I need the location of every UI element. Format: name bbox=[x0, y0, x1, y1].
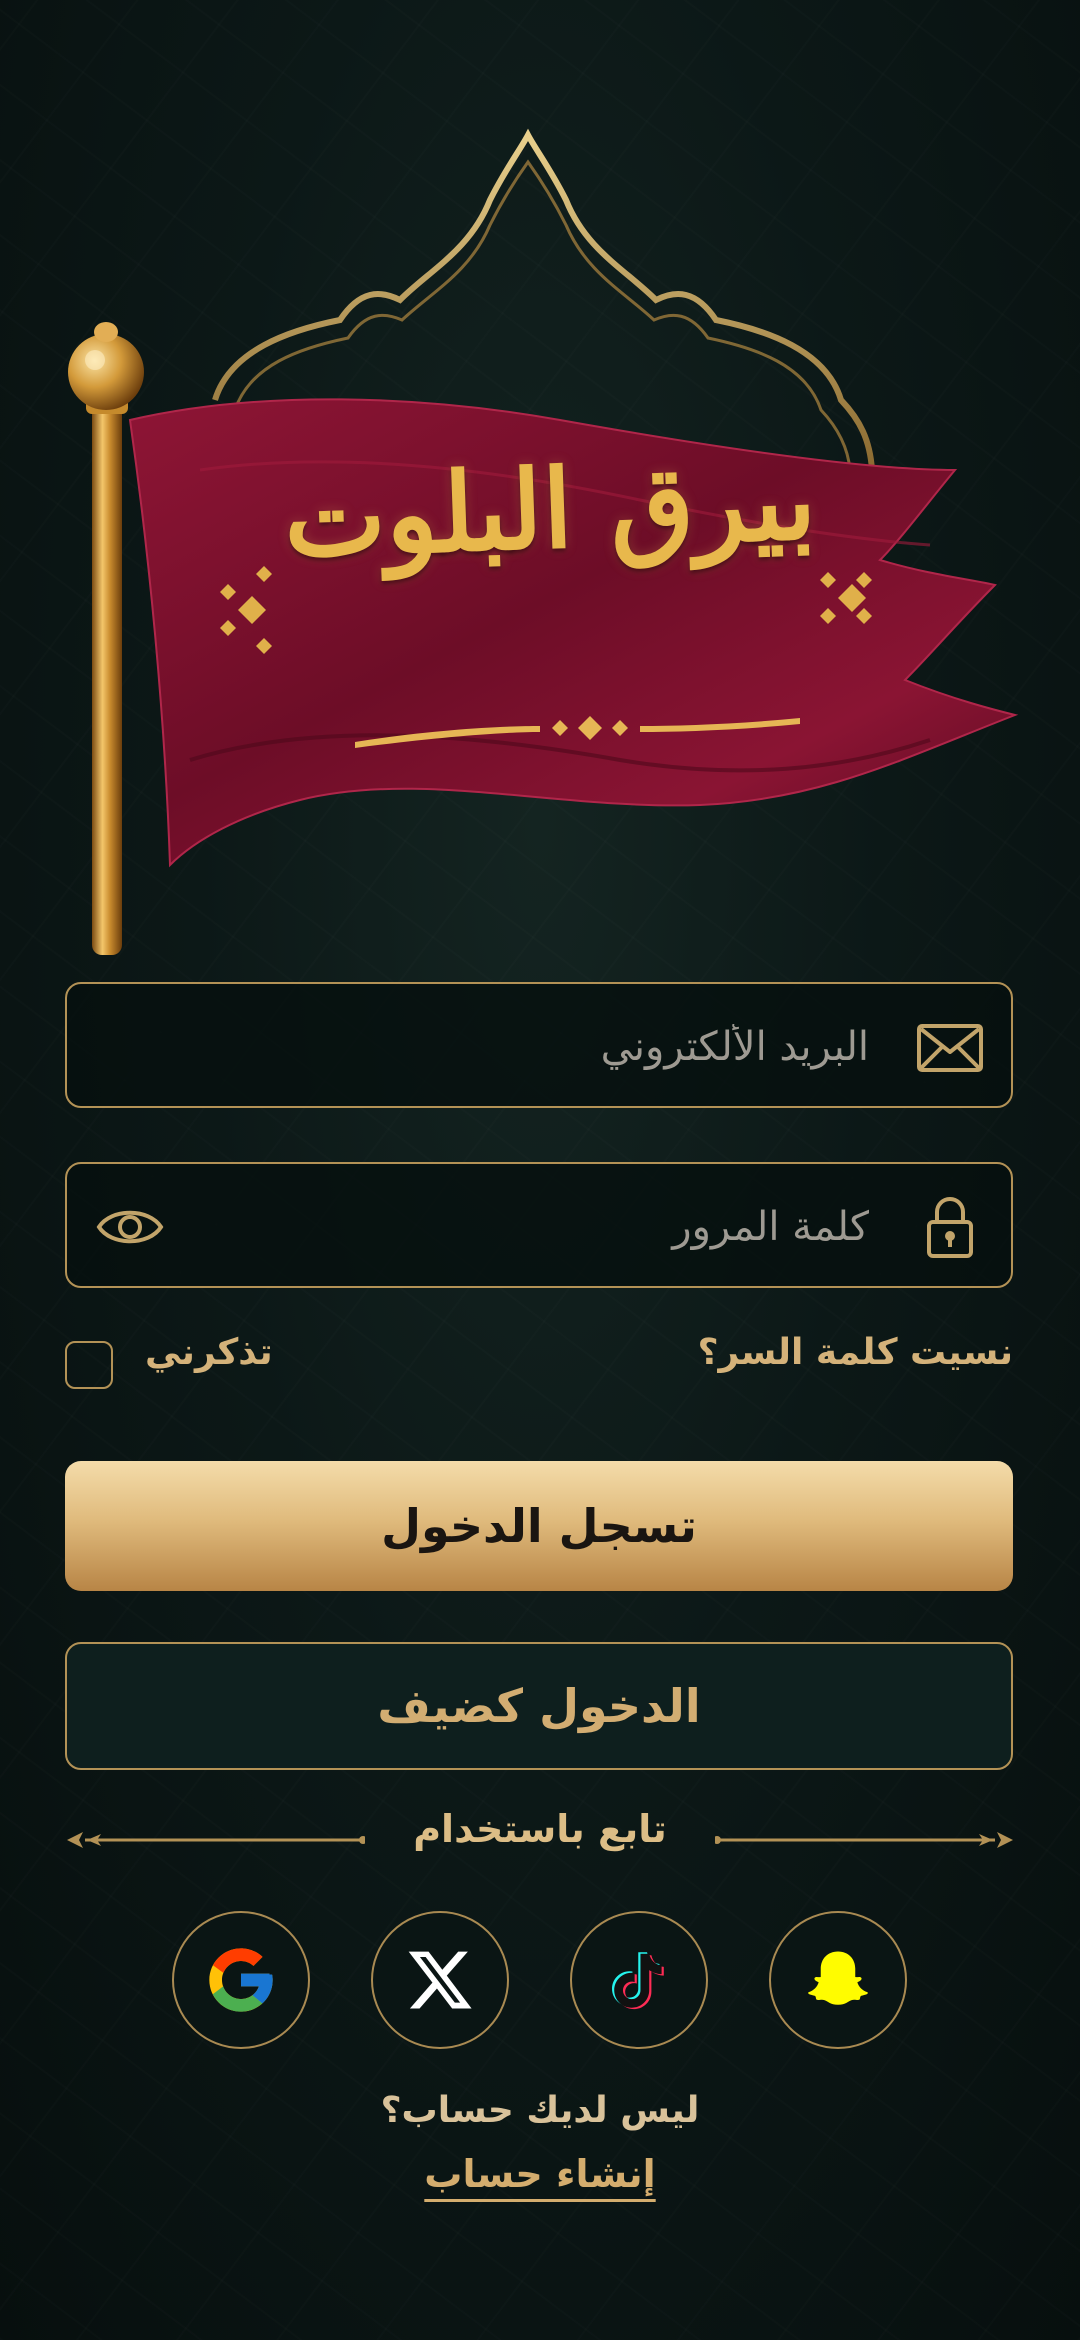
app-title: بيرق البلوت bbox=[281, 437, 819, 583]
mail-icon bbox=[917, 1024, 983, 1072]
pole-finial bbox=[68, 334, 144, 410]
hero-banner: بيرق البلوت bbox=[0, 0, 1080, 980]
login-button[interactable]: تسجل الدخول bbox=[65, 1461, 1013, 1591]
tiktok-icon bbox=[612, 1952, 664, 2010]
google-login-button[interactable] bbox=[172, 1911, 310, 2049]
snapchat-icon bbox=[808, 1951, 868, 2005]
google-icon bbox=[209, 1948, 273, 2012]
x-login-button[interactable] bbox=[371, 1911, 509, 2049]
snapchat-login-button[interactable] bbox=[769, 1911, 907, 2049]
eye-icon[interactable] bbox=[95, 1194, 165, 1260]
tiktok-login-button[interactable] bbox=[570, 1911, 708, 2049]
create-account-link[interactable]: إنشاء حساب bbox=[390, 2152, 690, 2196]
continue-with-label: تابع باستخدام bbox=[413, 1807, 667, 1851]
email-input[interactable] bbox=[267, 1004, 871, 1090]
remember-me-checkbox[interactable] bbox=[65, 1341, 113, 1389]
no-account-text: ليس لديك حساب؟ bbox=[380, 2090, 700, 2131]
email-field[interactable] bbox=[65, 982, 1013, 1108]
divider-right-ornament bbox=[715, 1832, 1013, 1848]
lock-icon bbox=[927, 1197, 973, 1258]
x-icon bbox=[408, 1951, 472, 2009]
forgot-password-link[interactable]: نسيت كلمة السر؟ bbox=[698, 1332, 1013, 1373]
flag-pole bbox=[92, 390, 122, 955]
password-input[interactable] bbox=[267, 1184, 871, 1270]
password-field[interactable] bbox=[65, 1162, 1013, 1288]
guest-login-button[interactable]: الدخول كضيف bbox=[65, 1642, 1013, 1770]
divider-left-ornament bbox=[67, 1832, 365, 1848]
remember-me-label: تذكرني bbox=[145, 1332, 273, 1373]
